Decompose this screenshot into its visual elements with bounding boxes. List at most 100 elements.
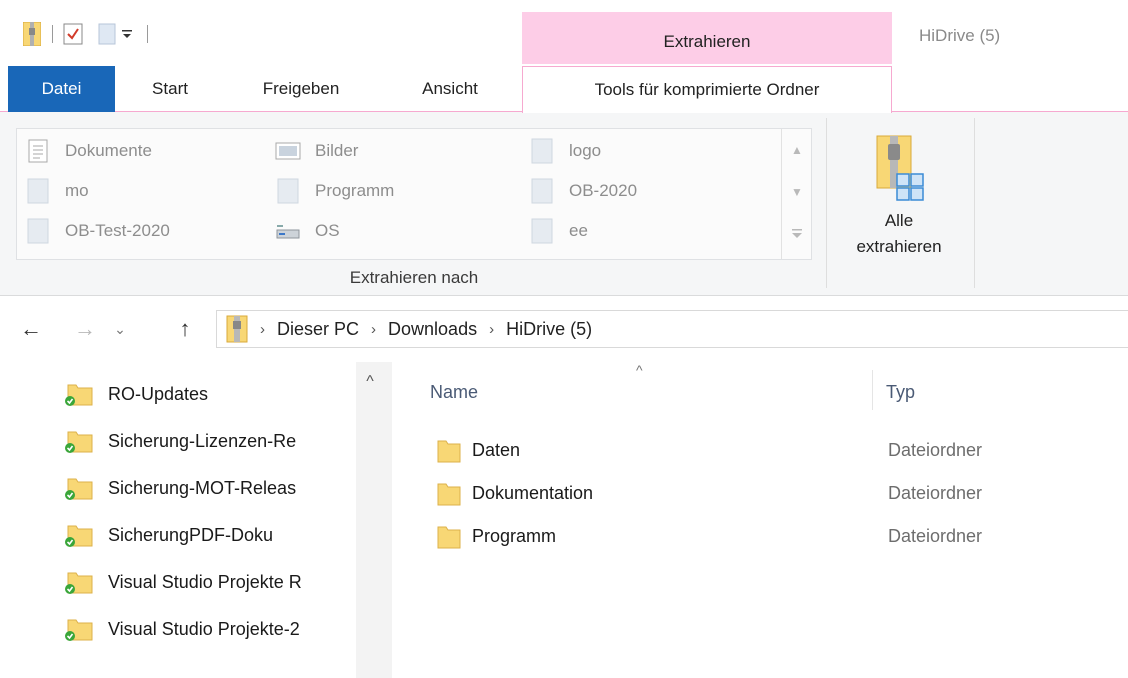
file-name: Dokumentation <box>472 483 594 503</box>
back-arrow-icon[interactable]: ← <box>14 314 48 344</box>
ribbon-panel: Dokumente mo OB-Test-2020 Bilder Program… <box>0 112 1128 296</box>
synced-folder-icon <box>64 522 94 548</box>
nav-item-label: Sicherung-Lizenzen-Re <box>108 430 297 451</box>
breadcrumb-hidrive[interactable]: HiDrive (5) <box>506 319 592 340</box>
gallery-item-bilder[interactable]: Bilder <box>275 133 358 169</box>
customize-dropdown-icon[interactable] <box>117 22 137 46</box>
folder-icon <box>434 524 464 550</box>
nav-item-sicherung-pdf[interactable]: SicherungPDF-Doku <box>64 515 356 555</box>
file-type: Dateiordner <box>888 440 983 460</box>
nav-item-label: Sicherung-MOT-Releas <box>108 477 297 498</box>
nav-item-label: Visual Studio Projekte-2 <box>108 618 300 639</box>
gallery-item-label: logo <box>569 141 602 160</box>
extract-to-gallery: Dokumente mo OB-Test-2020 Bilder Program… <box>16 128 812 260</box>
nav-item-sicherung-lizenzen[interactable]: Sicherung-Lizenzen-Re <box>64 421 356 461</box>
drive-icon <box>275 217 301 245</box>
gallery-item-label: mo <box>65 181 89 200</box>
documents-icon <box>25 137 51 165</box>
ribbon-group-separator <box>826 118 827 288</box>
recent-locations-chevron-icon[interactable]: ⌄ <box>106 314 134 344</box>
file-row[interactable]: Programm Dateiordner <box>392 518 1128 558</box>
ribbon-tabs: Datei Start Freigeben Ansicht Tools für … <box>0 66 1128 113</box>
column-header-type[interactable]: Typ <box>886 382 915 403</box>
navigation-pane: ^ RO-Updates Sicherung-Lizenzen-Re Siche… <box>0 362 392 678</box>
folder-location-icon <box>529 217 555 245</box>
folder-location-icon <box>529 137 555 165</box>
tab-datei[interactable]: Datei <box>8 66 115 112</box>
file-row[interactable]: Dokumentation Dateiordner <box>392 475 1128 515</box>
column-divider[interactable] <box>872 370 873 410</box>
pictures-icon <box>275 137 301 165</box>
file-name: Daten <box>472 440 521 460</box>
gallery-item-ee[interactable]: ee <box>529 213 588 249</box>
gallery-item-dokumente[interactable]: Dokumente <box>25 133 152 169</box>
folder-icon <box>434 438 464 464</box>
synced-folder-icon <box>64 381 94 407</box>
gallery-item-logo[interactable]: logo <box>529 133 601 169</box>
address-bar[interactable]: › Dieser PC › Downloads › HiDrive (5) <box>216 310 1128 348</box>
context-tab-header: Extrahieren <box>522 12 892 64</box>
navigation-pane-scrollbar[interactable] <box>356 362 392 678</box>
folder-location-icon <box>275 177 301 205</box>
extract-all-button[interactable]: Alle extrahieren <box>836 126 962 276</box>
up-arrow-icon[interactable]: ↑ <box>168 314 202 344</box>
properties-checkmark-icon[interactable] <box>63 22 83 46</box>
tab-start[interactable]: Start <box>130 66 210 112</box>
file-row[interactable]: Daten Dateiordner <box>392 432 1128 472</box>
tab-freigeben[interactable]: Freigeben <box>236 66 366 112</box>
breadcrumb-chevron-icon[interactable]: › <box>489 321 494 338</box>
file-type: Dateiordner <box>888 526 983 546</box>
nav-item-sicherung-mot[interactable]: Sicherung-MOT-Releas <box>64 468 356 508</box>
gallery-item-programm[interactable]: Programm <box>275 173 394 209</box>
extract-all-label: Alle extrahieren <box>856 208 941 260</box>
gallery-item-label: Programm <box>315 181 395 200</box>
file-type: Dateiordner <box>888 483 983 503</box>
gallery-scroll-up-icon[interactable]: ▲ <box>782 131 812 169</box>
gallery-item-ob-test-2020[interactable]: OB-Test-2020 <box>25 213 170 249</box>
sort-ascending-icon: ^ <box>636 362 643 378</box>
nav-item-visual-studio-r[interactable]: Visual Studio Projekte R <box>64 562 356 602</box>
extract-all-label-line2: extrahieren <box>856 237 942 256</box>
nav-item-label: Visual Studio Projekte R <box>108 571 302 592</box>
file-name: Programm <box>472 526 557 546</box>
gallery-item-label: OB-2020 <box>569 181 638 200</box>
gallery-item-label: Dokumente <box>65 141 152 160</box>
forward-arrow-icon[interactable]: → <box>68 314 102 344</box>
gallery-item-label: OB-Test-2020 <box>65 221 170 240</box>
gallery-item-label: OS <box>315 221 340 240</box>
gallery-expand-icon[interactable] <box>782 215 812 253</box>
breadcrumb-chevron-icon[interactable]: › <box>371 321 376 338</box>
gallery-item-mo[interactable]: mo <box>25 173 89 209</box>
file-list: ^ Name Typ Daten Dateiordner Dokumentati… <box>392 362 1128 678</box>
toolbar-separator <box>147 25 148 43</box>
gallery-item-os[interactable]: OS <box>275 213 340 249</box>
extract-all-label-line1: Alle <box>884 211 914 230</box>
nav-item-ro-updates[interactable]: RO-Updates <box>64 374 356 414</box>
gallery-item-ob-2020[interactable]: OB-2020 <box>529 173 637 209</box>
breadcrumb-dieser-pc[interactable]: Dieser PC <box>277 319 359 340</box>
context-tab-header-label: Extrahieren <box>663 32 751 51</box>
scroll-up-icon[interactable]: ^ <box>356 368 384 396</box>
nav-item-visual-studio-2[interactable]: Visual Studio Projekte-2 <box>64 609 356 649</box>
synced-folder-icon <box>64 475 94 501</box>
ribbon-group-separator <box>974 118 975 288</box>
nav-item-label: SicherungPDF-Doku <box>108 524 274 545</box>
folder-location-icon <box>25 217 51 245</box>
breadcrumb-chevron-icon[interactable]: › <box>260 321 265 338</box>
toolbar-separator <box>52 25 53 43</box>
ribbon-group-label: Extrahieren nach <box>349 268 479 287</box>
folder-icon <box>434 481 464 507</box>
zip-folder-icon <box>226 315 248 343</box>
zip-folder-icon[interactable] <box>22 22 42 46</box>
column-header-name[interactable]: Name <box>430 382 478 403</box>
synced-folder-icon <box>64 428 94 454</box>
synced-folder-icon <box>64 616 94 642</box>
extract-all-icon <box>867 132 931 204</box>
gallery-item-label: ee <box>569 221 588 240</box>
new-folder-icon[interactable] <box>97 22 117 46</box>
tab-ansicht[interactable]: Ansicht <box>395 66 505 112</box>
tab-compressed-folder-tools[interactable]: Tools für komprimierte Ordner <box>522 66 892 113</box>
window-title: HiDrive (5) <box>919 26 1001 45</box>
breadcrumb-downloads[interactable]: Downloads <box>388 319 477 340</box>
gallery-scroll-down-icon[interactable]: ▼ <box>782 173 812 211</box>
